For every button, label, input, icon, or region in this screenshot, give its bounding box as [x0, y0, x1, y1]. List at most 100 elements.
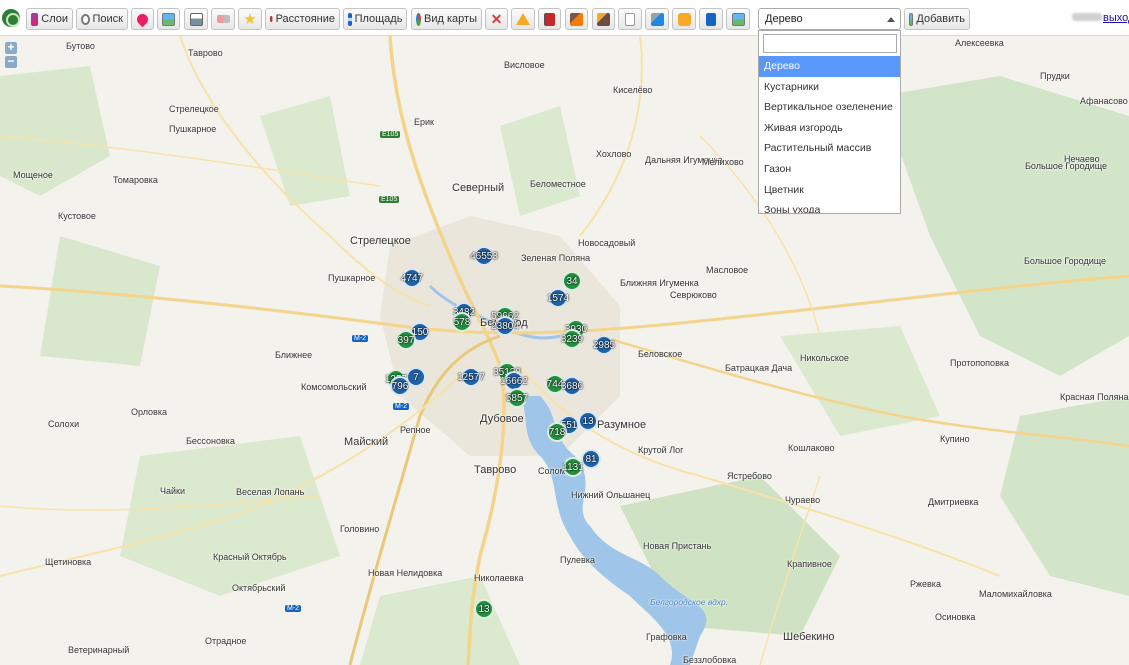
add-image-icon — [909, 12, 914, 26]
place-label: Октябрьский — [232, 583, 286, 593]
area-button-label: Площадь — [354, 13, 403, 25]
dropdown-option[interactable]: Кустарники — [759, 77, 900, 98]
brush-button[interactable] — [565, 8, 588, 30]
road-sign: M-2 — [352, 335, 369, 342]
dropdown-option[interactable]: Растительный массив — [759, 138, 900, 159]
map-cluster-marker[interactable]: 46553 — [470, 246, 498, 266]
book-button[interactable] — [699, 8, 723, 30]
zoom-in-button[interactable]: + — [5, 41, 17, 54]
map-cluster-marker[interactable]: 397 — [396, 330, 416, 350]
map-cluster-marker[interactable]: 4747 — [401, 268, 423, 288]
place-label: Маломихайловка — [979, 589, 1052, 599]
place-label: Щетиновка — [45, 557, 92, 567]
place-label: Зеленая Поляна — [521, 253, 591, 263]
dropdown-option[interactable]: Вертикальное озеленение — [759, 97, 900, 118]
dropdown-option[interactable]: Дерево — [759, 56, 900, 77]
map-cluster-marker[interactable]: 13 — [474, 599, 494, 619]
map-cluster-marker[interactable]: 796 — [390, 376, 410, 396]
search-button[interactable]: Поиск — [76, 8, 128, 30]
document-button[interactable] — [618, 8, 642, 30]
map-cluster-marker[interactable]: 13 — [578, 411, 598, 431]
place-label: Стрелецкое — [169, 104, 219, 114]
print-icon — [189, 12, 203, 26]
place-label: Репное — [400, 425, 431, 435]
distance-button[interactable]: Расстояние — [265, 8, 340, 30]
place-label: Майский — [344, 436, 389, 448]
warning-button[interactable] — [511, 8, 535, 30]
place-label: Пушкарное — [328, 273, 376, 283]
book-icon — [706, 12, 716, 26]
map[interactable]: + − Бутово Висловое Таврово Стрелецкое П… — [0, 36, 1129, 665]
place-label: Нижний Ольшанец — [571, 490, 651, 500]
map-cluster-marker[interactable]: 1574 — [547, 288, 569, 308]
place-label: Николаевка — [474, 573, 524, 583]
brush-icon — [570, 12, 583, 26]
place-label: Прудки — [1040, 71, 1070, 81]
search-icon — [81, 13, 90, 25]
place-label: Ближняя Игуменка — [620, 278, 699, 288]
map-cluster-marker[interactable]: 3239 — [561, 329, 583, 349]
map-cluster-marker[interactable]: 81 — [581, 449, 601, 469]
paint-button[interactable] — [592, 8, 615, 30]
add-button[interactable]: Добавить — [904, 8, 970, 30]
dropdown-option[interactable]: Зоны ухода — [759, 200, 900, 213]
zoom-out-button[interactable]: − — [5, 55, 17, 68]
eraser-button[interactable] — [211, 8, 235, 30]
warning-icon — [516, 13, 530, 25]
pen-button[interactable] — [645, 8, 669, 30]
place-label: Большое Городище — [1024, 256, 1107, 266]
eraser-icon — [216, 15, 230, 23]
layer-dropdown: Дерево Кустарники Вертикальное озеленени… — [758, 30, 901, 214]
place-label: Протопоповка — [950, 358, 1009, 368]
dropdown-option[interactable]: Газон — [759, 159, 900, 180]
place-label: Новая Нелидовка — [368, 568, 443, 578]
layer-select[interactable]: Дерево — [758, 8, 901, 30]
photo-button[interactable] — [672, 8, 696, 30]
image-button[interactable] — [726, 8, 750, 30]
place-label: Батрацкая Дача — [725, 363, 793, 373]
dropdown-option[interactable]: Живая изгородь — [759, 118, 900, 139]
place-label: Кошлаково — [788, 443, 835, 453]
favorites-button[interactable]: ★ — [238, 8, 262, 30]
map-cluster-marker[interactable]: 578 — [452, 312, 472, 332]
map-cluster-marker[interactable]: 1131 — [562, 457, 584, 477]
flag-icon — [544, 12, 555, 26]
app-logo-icon[interactable] — [2, 9, 20, 27]
select-area-button[interactable] — [157, 8, 180, 30]
place-label: Комсомольский — [301, 382, 367, 392]
place-label: Шебекино — [783, 631, 835, 643]
clear-button[interactable]: ✕ — [485, 8, 508, 30]
map-cluster-marker[interactable]: 718 — [547, 422, 567, 442]
place-label: Ястребово — [727, 471, 772, 481]
layers-button-label: Слои — [41, 13, 68, 25]
road-sign: E105 — [380, 131, 401, 138]
dropdown-option[interactable]: Цветник — [759, 180, 900, 201]
camera-icon — [677, 12, 691, 26]
marker-button[interactable] — [131, 8, 154, 30]
place-label: Чайки — [160, 486, 185, 496]
place-label: Пушкарное — [169, 124, 217, 134]
place-label: Солохи — [48, 419, 80, 429]
place-label: Никольское — [800, 353, 849, 363]
logout-link[interactable]: выход — [1103, 12, 1129, 24]
map-view-button[interactable]: Вид карты — [411, 8, 482, 30]
place-label: Ерик — [414, 117, 434, 127]
map-cluster-marker[interactable]: 34 — [562, 271, 582, 291]
map-cluster-marker[interactable]: 3686 — [561, 376, 583, 396]
flag-button[interactable] — [538, 8, 561, 30]
map-cluster-marker[interactable]: 2985 — [593, 335, 615, 355]
place-label: Беломестное — [530, 179, 586, 189]
map-cluster-marker[interactable]: 23804 — [491, 316, 519, 336]
close-icon: ✕ — [490, 10, 503, 27]
map-cluster-marker[interactable]: 5857 — [506, 388, 528, 408]
map-cluster-marker[interactable]: 12577 — [457, 367, 485, 387]
layers-button[interactable]: Слои — [26, 8, 73, 30]
place-label: Стрелецкое — [350, 235, 411, 247]
ruler-icon — [270, 16, 273, 22]
place-label: Висловое — [504, 60, 545, 70]
place-label: Пулевка — [560, 555, 595, 565]
print-button[interactable] — [184, 8, 208, 30]
dropdown-search-input[interactable] — [763, 34, 897, 53]
area-button[interactable]: Площадь — [343, 8, 407, 30]
place-label: Разумное — [597, 419, 647, 431]
